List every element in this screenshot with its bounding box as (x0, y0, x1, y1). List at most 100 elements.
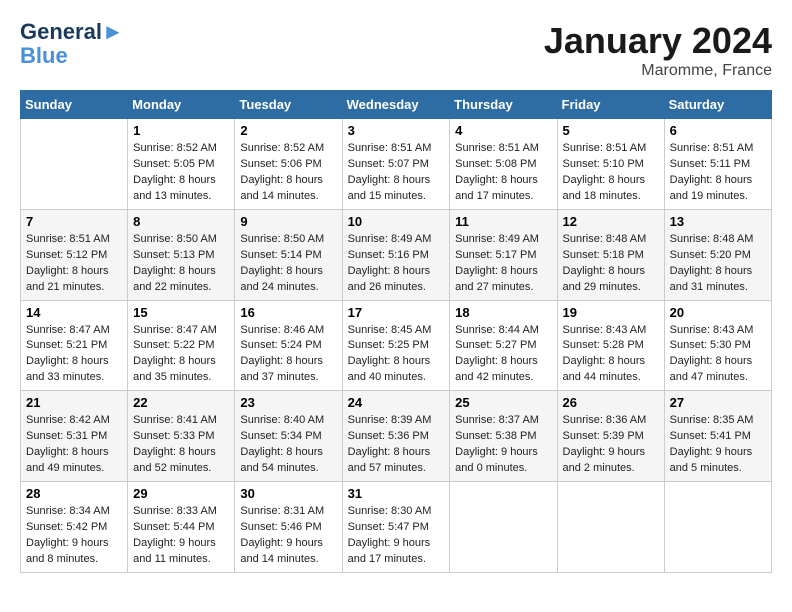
calendar-cell: 4 Sunrise: 8:51 AM Sunset: 5:08 PM Daylig… (450, 119, 557, 210)
day-info: Sunrise: 8:48 AM Sunset: 5:20 PM Dayligh… (670, 232, 766, 296)
week-row-2: 7 Sunrise: 8:51 AM Sunset: 5:12 PM Daylig… (21, 209, 772, 300)
col-header-tuesday: Tuesday (235, 91, 342, 119)
day-info: Sunrise: 8:51 AM Sunset: 5:12 PM Dayligh… (26, 232, 122, 296)
day-number: 11 (455, 214, 551, 229)
location: Maromme, France (544, 62, 772, 80)
calendar-cell: 23Sunrise: 8:40 AM Sunset: 5:34 PM Dayli… (235, 391, 342, 482)
calendar-cell: 21Sunrise: 8:42 AM Sunset: 5:31 PM Dayli… (21, 391, 128, 482)
calendar-cell: 29 Sunrise: 8:33 AM Sunset: 5:44 PM Dayli… (128, 482, 235, 573)
calendar-cell: 18 Sunrise: 8:44 AM Sunset: 5:27 PM Dayli… (450, 300, 557, 391)
day-number: 16 (240, 305, 336, 320)
day-info: Sunrise: 8:48 AM Sunset: 5:18 PM Dayligh… (563, 232, 659, 296)
day-info: Sunrise: 8:45 AM Sunset: 5:25 PM Dayligh… (348, 323, 445, 387)
day-info: Sunrise: 8:49 AM Sunset: 5:17 PM Dayligh… (455, 232, 551, 296)
day-number: 17 (348, 305, 445, 320)
day-info: Sunrise: 8:31 AM Sunset: 5:46 PM Dayligh… (240, 504, 336, 568)
col-header-friday: Friday (557, 91, 664, 119)
calendar-body: 1 Sunrise: 8:52 AM Sunset: 5:05 PM Daylig… (21, 119, 772, 573)
day-number: 2 (240, 123, 336, 138)
calendar-table: SundayMondayTuesdayWednesdayThursdayFrid… (20, 90, 772, 573)
day-number: 6 (670, 123, 766, 138)
calendar-cell: 17 Sunrise: 8:45 AM Sunset: 5:25 PM Dayli… (342, 300, 450, 391)
day-number: 4 (455, 123, 551, 138)
col-header-saturday: Saturday (664, 91, 771, 119)
day-number: 24 (348, 395, 445, 410)
day-number: 18 (455, 305, 551, 320)
day-info: Sunrise: 8:51 AM Sunset: 5:11 PM Dayligh… (670, 141, 766, 205)
logo-text: General►Blue (20, 20, 124, 68)
col-header-monday: Monday (128, 91, 235, 119)
day-info: Sunrise: 8:50 AM Sunset: 5:14 PM Dayligh… (240, 232, 336, 296)
calendar-cell: 11 Sunrise: 8:49 AM Sunset: 5:17 PM Dayli… (450, 209, 557, 300)
calendar-cell (21, 119, 128, 210)
day-number: 28 (26, 486, 122, 501)
calendar-cell: 25 Sunrise: 8:37 AM Sunset: 5:38 PM Dayli… (450, 391, 557, 482)
calendar-cell: 13 Sunrise: 8:48 AM Sunset: 5:20 PM Dayli… (664, 209, 771, 300)
day-info: Sunrise: 8:30 AM Sunset: 5:47 PM Dayligh… (348, 504, 445, 568)
day-info: Sunrise: 8:37 AM Sunset: 5:38 PM Dayligh… (455, 413, 551, 477)
day-info: Sunrise: 8:33 AM Sunset: 5:44 PM Dayligh… (133, 504, 229, 568)
day-number: 12 (563, 214, 659, 229)
day-number: 8 (133, 214, 229, 229)
calendar-cell: 27Sunrise: 8:35 AM Sunset: 5:41 PM Dayli… (664, 391, 771, 482)
day-number: 1 (133, 123, 229, 138)
day-info: Sunrise: 8:44 AM Sunset: 5:27 PM Dayligh… (455, 323, 551, 387)
calendar-cell: 19 Sunrise: 8:43 AM Sunset: 5:28 PM Dayli… (557, 300, 664, 391)
col-header-thursday: Thursday (450, 91, 557, 119)
day-number: 7 (26, 214, 122, 229)
day-number: 19 (563, 305, 659, 320)
day-info: Sunrise: 8:51 AM Sunset: 5:07 PM Dayligh… (348, 141, 445, 205)
calendar-cell: 15Sunrise: 8:47 AM Sunset: 5:22 PM Dayli… (128, 300, 235, 391)
day-info: Sunrise: 8:42 AM Sunset: 5:31 PM Dayligh… (26, 413, 122, 477)
day-number: 9 (240, 214, 336, 229)
day-number: 31 (348, 486, 445, 501)
day-info: Sunrise: 8:43 AM Sunset: 5:30 PM Dayligh… (670, 323, 766, 387)
day-number: 5 (563, 123, 659, 138)
day-number: 29 (133, 486, 229, 501)
day-info: Sunrise: 8:43 AM Sunset: 5:28 PM Dayligh… (563, 323, 659, 387)
col-header-sunday: Sunday (21, 91, 128, 119)
week-row-1: 1 Sunrise: 8:52 AM Sunset: 5:05 PM Daylig… (21, 119, 772, 210)
calendar-cell: 14 Sunrise: 8:47 AM Sunset: 5:21 PM Dayli… (21, 300, 128, 391)
calendar-cell (450, 482, 557, 573)
day-number: 30 (240, 486, 336, 501)
day-info: Sunrise: 8:34 AM Sunset: 5:42 PM Dayligh… (26, 504, 122, 568)
week-row-4: 21Sunrise: 8:42 AM Sunset: 5:31 PM Dayli… (21, 391, 772, 482)
calendar-cell: 6 Sunrise: 8:51 AM Sunset: 5:11 PM Daylig… (664, 119, 771, 210)
calendar-cell: 20 Sunrise: 8:43 AM Sunset: 5:30 PM Dayli… (664, 300, 771, 391)
day-info: Sunrise: 8:49 AM Sunset: 5:16 PM Dayligh… (348, 232, 445, 296)
calendar-cell: 5Sunrise: 8:51 AM Sunset: 5:10 PM Daylig… (557, 119, 664, 210)
day-number: 20 (670, 305, 766, 320)
calendar-cell: 30 Sunrise: 8:31 AM Sunset: 5:46 PM Dayli… (235, 482, 342, 573)
day-info: Sunrise: 8:47 AM Sunset: 5:21 PM Dayligh… (26, 323, 122, 387)
calendar-cell: 26Sunrise: 8:36 AM Sunset: 5:39 PM Dayli… (557, 391, 664, 482)
day-info: Sunrise: 8:46 AM Sunset: 5:24 PM Dayligh… (240, 323, 336, 387)
week-row-3: 14 Sunrise: 8:47 AM Sunset: 5:21 PM Dayli… (21, 300, 772, 391)
day-info: Sunrise: 8:52 AM Sunset: 5:05 PM Dayligh… (133, 141, 229, 205)
calendar-header-row: SundayMondayTuesdayWednesdayThursdayFrid… (21, 91, 772, 119)
calendar-cell: 22 Sunrise: 8:41 AM Sunset: 5:33 PM Dayli… (128, 391, 235, 482)
calendar-cell: 10 Sunrise: 8:49 AM Sunset: 5:16 PM Dayli… (342, 209, 450, 300)
calendar-cell: 28 Sunrise: 8:34 AM Sunset: 5:42 PM Dayli… (21, 482, 128, 573)
day-number: 25 (455, 395, 551, 410)
day-info: Sunrise: 8:52 AM Sunset: 5:06 PM Dayligh… (240, 141, 336, 205)
calendar-cell: 3Sunrise: 8:51 AM Sunset: 5:07 PM Daylig… (342, 119, 450, 210)
day-info: Sunrise: 8:51 AM Sunset: 5:08 PM Dayligh… (455, 141, 551, 205)
day-number: 13 (670, 214, 766, 229)
day-number: 14 (26, 305, 122, 320)
calendar-cell: 8Sunrise: 8:50 AM Sunset: 5:13 PM Daylig… (128, 209, 235, 300)
day-number: 22 (133, 395, 229, 410)
month-title: January 2024 (544, 20, 772, 62)
day-info: Sunrise: 8:41 AM Sunset: 5:33 PM Dayligh… (133, 413, 229, 477)
calendar-cell: 12 Sunrise: 8:48 AM Sunset: 5:18 PM Dayli… (557, 209, 664, 300)
calendar-cell: 1 Sunrise: 8:52 AM Sunset: 5:05 PM Daylig… (128, 119, 235, 210)
col-header-wednesday: Wednesday (342, 91, 450, 119)
day-number: 26 (563, 395, 659, 410)
page-header: General►Blue January 2024 Maromme, Franc… (20, 20, 772, 80)
calendar-cell: 7 Sunrise: 8:51 AM Sunset: 5:12 PM Daylig… (21, 209, 128, 300)
calendar-cell: 31 Sunrise: 8:30 AM Sunset: 5:47 PM Dayli… (342, 482, 450, 573)
day-number: 10 (348, 214, 445, 229)
day-info: Sunrise: 8:39 AM Sunset: 5:36 PM Dayligh… (348, 413, 445, 477)
calendar-cell: 24 Sunrise: 8:39 AM Sunset: 5:36 PM Dayli… (342, 391, 450, 482)
day-number: 15 (133, 305, 229, 320)
